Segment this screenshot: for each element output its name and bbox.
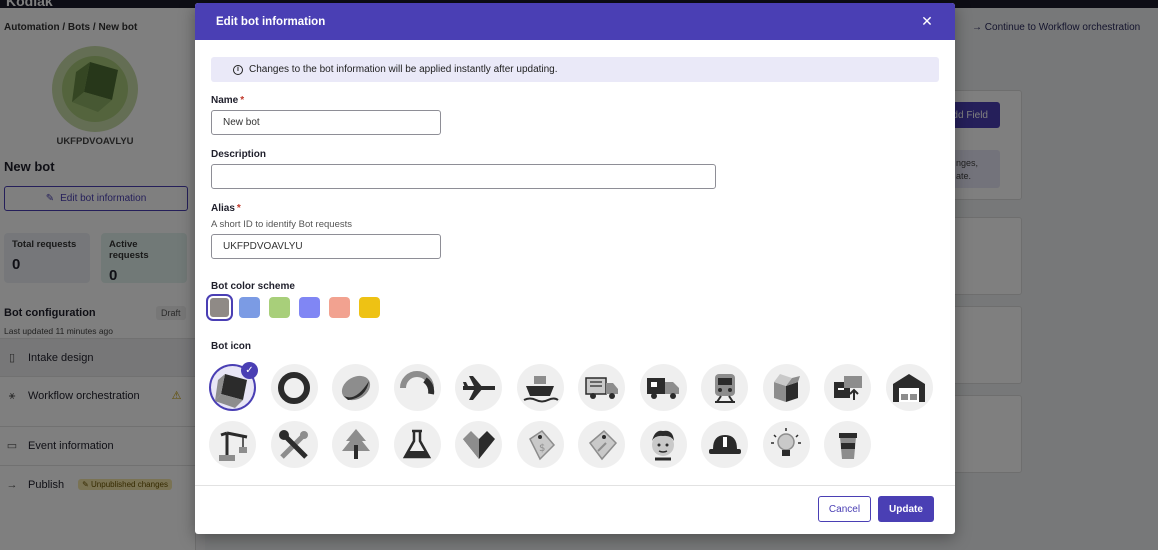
bot-icon-option[interactable] — [332, 364, 379, 411]
name-label: Name * — [211, 95, 245, 106]
color-swatch[interactable] — [269, 297, 290, 318]
bot-icon-option[interactable] — [701, 421, 748, 468]
bot-icon-option[interactable] — [270, 421, 318, 468]
bot-icon-option[interactable] — [578, 364, 625, 411]
tools-icon — [279, 429, 308, 459]
update-button[interactable]: Update — [878, 496, 934, 522]
diamond-icon — [462, 430, 495, 459]
info-icon: i — [233, 64, 243, 75]
ring-icon — [278, 371, 310, 404]
bot-icon-option[interactable] — [578, 421, 625, 468]
alias-label-text: Alias — [211, 203, 235, 214]
airplane-icon — [462, 375, 495, 400]
bot-icon-option[interactable] — [209, 421, 256, 468]
bot-icon-option[interactable] — [455, 364, 502, 411]
name-label-text: Name — [211, 95, 239, 106]
bot-icon-option[interactable] — [332, 421, 379, 468]
dialog-header: Edit bot information — [195, 3, 955, 40]
bot-icon-option[interactable] — [762, 364, 810, 411]
cancel-button[interactable]: Cancel — [818, 496, 871, 522]
bot-icon-option[interactable] — [516, 364, 564, 411]
color-swatch[interactable] — [206, 294, 233, 321]
bowl-icon — [341, 375, 370, 400]
color-swatch[interactable] — [329, 297, 350, 318]
hard-hat-icon — [708, 434, 741, 454]
bot-icon-option[interactable] — [393, 364, 441, 411]
lightbulb-icon — [771, 427, 801, 456]
ship-icon — [523, 375, 559, 402]
package-transfer-icon — [833, 375, 862, 400]
flask-icon — [402, 429, 432, 458]
info-text: Changes to the bot information will be a… — [249, 64, 558, 75]
cargo-truck-icon — [647, 377, 679, 399]
bot-icon-option[interactable] — [824, 421, 871, 468]
color-swatch[interactable] — [359, 297, 380, 318]
svg-text:$: $ — [539, 443, 545, 454]
bot-icon-option[interactable] — [701, 364, 748, 411]
crane-icon — [218, 431, 247, 461]
alias-label: Alias * — [211, 203, 241, 214]
discount-tag-icon — [588, 429, 617, 460]
name-field[interactable]: New bot — [211, 110, 441, 135]
bot-icon-option[interactable] — [824, 364, 871, 411]
person-icon — [652, 430, 674, 460]
bot-icon-option[interactable] — [885, 364, 933, 411]
arc-icon — [400, 370, 435, 395]
color-swatch[interactable] — [239, 297, 260, 318]
color-scheme-label: Bot color scheme — [211, 281, 295, 292]
bot-icon-option[interactable]: ✓ — [209, 362, 258, 411]
warehouse-icon — [893, 373, 925, 402]
dialog-title: Edit bot information — [216, 15, 326, 28]
color-swatch[interactable] — [299, 297, 320, 318]
edit-bot-dialog: Edit bot information ✕ i Changes to the … — [195, 3, 955, 534]
bot-icon-label: Bot icon — [211, 341, 251, 352]
coffee-cup-icon — [838, 432, 857, 459]
close-icon[interactable]: ✕ — [919, 13, 935, 29]
price-tag-icon: $ — [529, 429, 556, 460]
pine-tree-icon — [341, 428, 370, 459]
description-label: Description — [211, 149, 267, 160]
color-scheme-picker — [206, 294, 380, 321]
alias-field[interactable]: UKFPDVOAVLYU — [211, 234, 441, 259]
bot-icon-option[interactable] — [762, 421, 810, 468]
bot-icon-option[interactable] — [639, 364, 687, 411]
alias-help-text: A short ID to identify Bot requests — [211, 219, 352, 230]
open-box-icon — [774, 373, 800, 402]
train-icon — [714, 373, 735, 403]
bot-icon-option[interactable] — [639, 421, 687, 468]
info-banner: i Changes to the bot information will be… — [211, 57, 939, 82]
delivery-truck-icon — [584, 376, 618, 399]
description-field[interactable] — [211, 164, 716, 189]
checkmark-icon: ✓ — [241, 362, 258, 379]
bot-icon-option[interactable] — [393, 421, 441, 468]
bot-icon-option[interactable] — [270, 364, 318, 411]
dialog-footer: Cancel Update — [195, 485, 955, 534]
bot-icon-picker: ✓ $ — [209, 362, 939, 468]
bot-icon-option[interactable]: $ — [516, 421, 564, 468]
bot-icon-option[interactable] — [455, 421, 502, 468]
